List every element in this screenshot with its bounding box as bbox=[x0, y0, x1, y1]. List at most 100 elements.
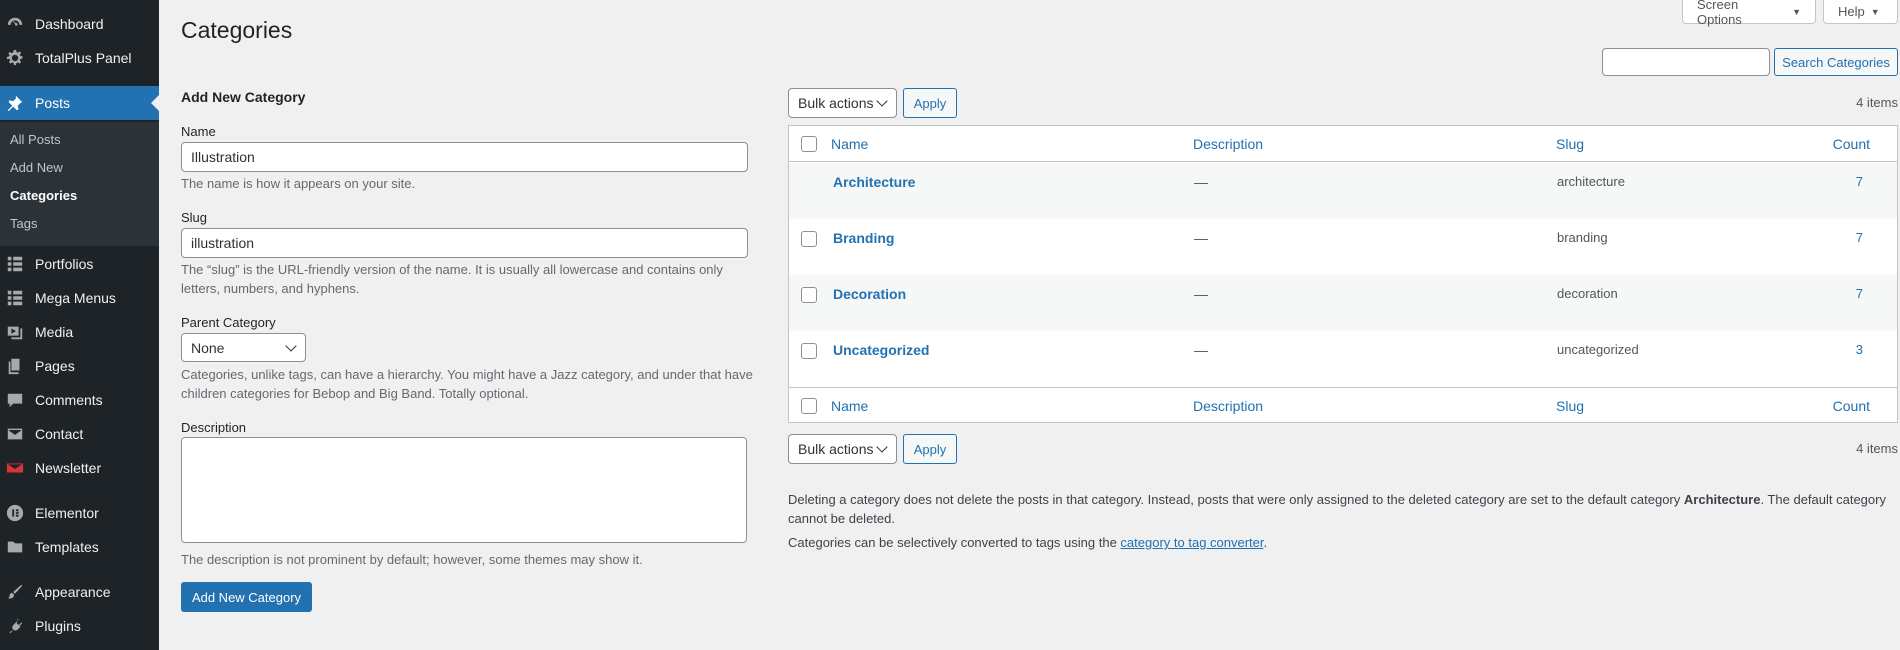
sidebar-item-pages[interactable]: Pages bbox=[0, 349, 159, 383]
sidebar-item-dashboard[interactable]: Dashboard bbox=[0, 7, 159, 41]
delete-note-line-2: cannot be deleted. bbox=[788, 511, 895, 526]
sidebar-item-label: Comments bbox=[35, 392, 103, 408]
chevron-down-icon bbox=[876, 441, 888, 453]
category-slug: decoration bbox=[1557, 286, 1618, 301]
chevron-down-icon bbox=[285, 340, 297, 352]
parent-help-line-1: Categories, unlike tags, can have a hier… bbox=[181, 367, 753, 382]
parent-category-select[interactable]: None bbox=[181, 333, 306, 362]
add-new-category-button[interactable]: Add New Category bbox=[181, 582, 312, 612]
apply-button-top[interactable]: Apply bbox=[903, 88, 957, 118]
caret-down-icon: ▼ bbox=[1870, 6, 1880, 17]
category-name-link[interactable]: Architecture bbox=[833, 174, 915, 190]
sidebar-item-comments[interactable]: Comments bbox=[0, 383, 159, 417]
sidebar-item-label: Posts bbox=[35, 95, 71, 111]
category-name-link[interactable]: Decoration bbox=[833, 286, 906, 302]
help-label: Help bbox=[1838, 4, 1865, 19]
column-footer-count[interactable]: Count bbox=[1833, 398, 1870, 414]
sidebar-item-media[interactable]: Media bbox=[0, 315, 159, 349]
posts-submenu: All Posts Add New Categories Tags bbox=[0, 122, 159, 246]
category-slug: uncategorized bbox=[1557, 342, 1639, 357]
table-row: Decoration — decoration 7 bbox=[789, 275, 1897, 331]
column-footer-description[interactable]: Description bbox=[1193, 398, 1263, 414]
sidebar-item-label: Pages bbox=[35, 358, 75, 374]
items-count-bottom: 4 items bbox=[1856, 441, 1898, 456]
sidebar-item-label: Appearance bbox=[35, 584, 111, 600]
parent-category-value: None bbox=[191, 339, 225, 356]
sidebar-item-portfolios[interactable]: Portfolios bbox=[0, 247, 159, 281]
pages-icon bbox=[5, 356, 25, 376]
row-checkbox[interactable] bbox=[801, 343, 817, 359]
name-help: The name is how it appears on your site. bbox=[181, 176, 416, 191]
table-header: Name Description Slug Count bbox=[789, 126, 1897, 162]
submenu-item-categories[interactable]: Categories bbox=[10, 188, 77, 203]
sidebar-item-posts[interactable]: Posts bbox=[0, 86, 159, 120]
column-header-name[interactable]: Name bbox=[831, 136, 868, 152]
apply-button-bottom[interactable]: Apply bbox=[903, 434, 957, 464]
description-field[interactable] bbox=[181, 437, 747, 543]
page-title: Categories bbox=[181, 17, 293, 43]
search-input[interactable] bbox=[1602, 48, 1770, 76]
name-field[interactable] bbox=[181, 142, 748, 172]
sidebar-item-label: Media bbox=[35, 324, 74, 340]
column-footer-name[interactable]: Name bbox=[831, 398, 868, 414]
sidebar-item-appearance[interactable]: Appearance bbox=[0, 575, 159, 609]
category-count-link[interactable]: 7 bbox=[1856, 286, 1863, 301]
newsletter-icon bbox=[5, 458, 25, 478]
parent-category-label: Parent Category bbox=[181, 315, 276, 330]
screen-options-label: Screen Options bbox=[1697, 0, 1742, 27]
row-checkbox[interactable] bbox=[801, 287, 817, 303]
plug-icon bbox=[5, 616, 25, 636]
elementor-icon bbox=[5, 503, 25, 523]
select-all-checkbox-footer[interactable] bbox=[801, 398, 817, 414]
add-category-heading: Add New Category bbox=[181, 89, 306, 105]
category-slug: architecture bbox=[1557, 174, 1625, 189]
sidebar-item-elementor[interactable]: Elementor bbox=[0, 496, 159, 530]
column-header-count[interactable]: Count bbox=[1833, 136, 1870, 152]
search-categories-button[interactable]: Search Categories bbox=[1774, 48, 1898, 76]
column-header-slug[interactable]: Slug bbox=[1556, 136, 1584, 152]
sidebar-item-templates[interactable]: Templates bbox=[0, 530, 159, 564]
sidebar-item-totalplus-panel[interactable]: TotalPlus Panel bbox=[0, 41, 159, 75]
items-count-top: 4 items bbox=[1856, 95, 1898, 110]
submenu-item-all-posts[interactable]: All Posts bbox=[10, 132, 61, 147]
slug-field[interactable] bbox=[181, 228, 748, 258]
brush-icon bbox=[5, 582, 25, 602]
convert-note: Categories can be selectively converted … bbox=[788, 533, 1267, 552]
sidebar-item-label: Dashboard bbox=[35, 16, 104, 32]
category-name-link[interactable]: Uncategorized bbox=[833, 342, 929, 358]
column-footer-slug[interactable]: Slug bbox=[1556, 398, 1584, 414]
caret-down-icon: ▼ bbox=[1792, 6, 1801, 17]
category-count-link[interactable]: 3 bbox=[1856, 342, 1863, 357]
gear-icon bbox=[5, 48, 25, 68]
name-label: Name bbox=[181, 124, 216, 139]
bulk-actions-label: Bulk actions bbox=[798, 95, 874, 111]
slug-help-line-2: letters, numbers, and hyphens. bbox=[181, 281, 360, 296]
sidebar-item-contact[interactable]: Contact bbox=[0, 417, 159, 451]
sidebar-item-plugins[interactable]: Plugins bbox=[0, 609, 159, 643]
submenu-item-add-new[interactable]: Add New bbox=[10, 160, 63, 175]
category-name-link[interactable]: Branding bbox=[833, 230, 894, 246]
delete-note-text-end: . The default category bbox=[1760, 492, 1886, 507]
submenu-item-tags[interactable]: Tags bbox=[10, 216, 37, 231]
pin-icon bbox=[5, 93, 25, 113]
select-all-checkbox[interactable] bbox=[801, 136, 817, 152]
column-header-description[interactable]: Description bbox=[1193, 136, 1263, 152]
convert-note-text: Categories can be selectively converted … bbox=[788, 535, 1121, 550]
description-label: Description bbox=[181, 420, 247, 435]
bulk-actions-select-bottom[interactable]: Bulk actions bbox=[788, 434, 897, 464]
category-count-link[interactable]: 7 bbox=[1856, 230, 1863, 245]
sidebar-item-label: Templates bbox=[35, 539, 99, 555]
help-button[interactable]: Help ▼ bbox=[1823, 0, 1898, 24]
categories-table: Name Description Slug Count Architecture… bbox=[788, 125, 1898, 423]
sidebar-item-newsletter[interactable]: Newsletter bbox=[0, 451, 159, 485]
bulk-actions-select-top[interactable]: Bulk actions bbox=[788, 88, 897, 118]
category-to-tag-converter-link[interactable]: category to tag converter bbox=[1120, 535, 1263, 550]
sidebar-item-label: Elementor bbox=[35, 505, 99, 521]
slug-help-line-1: The “slug” is the URL-friendly version o… bbox=[181, 262, 723, 277]
sidebar-item-mega-menus[interactable]: Mega Menus bbox=[0, 281, 159, 315]
parent-help-line-2: children categories for Bebop and Big Ba… bbox=[181, 386, 529, 401]
sidebar-item-label: Portfolios bbox=[35, 256, 94, 272]
screen-options-button[interactable]: Screen Options ▼ bbox=[1682, 0, 1816, 27]
row-checkbox[interactable] bbox=[801, 231, 817, 247]
category-count-link[interactable]: 7 bbox=[1856, 174, 1863, 189]
